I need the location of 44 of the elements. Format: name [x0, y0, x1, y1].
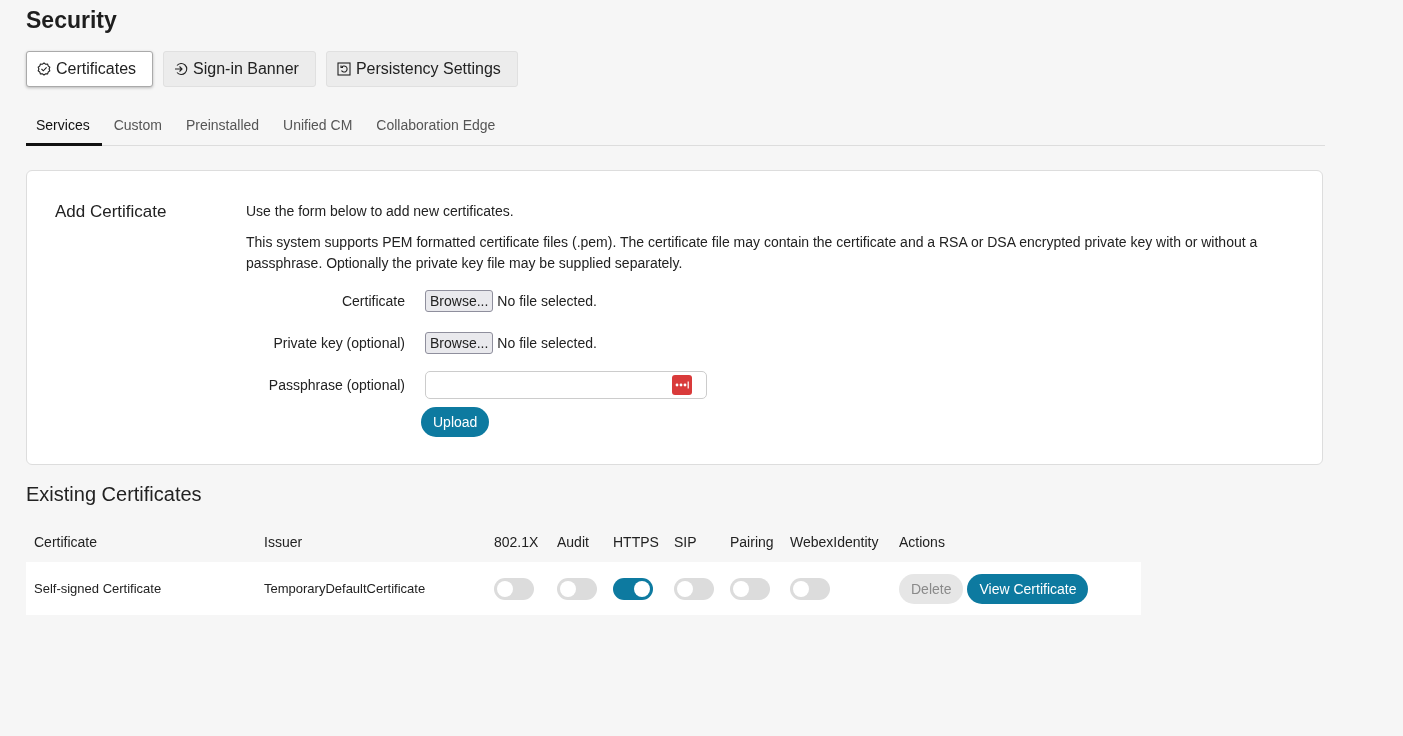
file-status: No file selected. — [497, 334, 597, 351]
file-status: No file selected. — [497, 292, 597, 309]
column-header: SIP — [674, 534, 698, 550]
tab[interactable]: Preinstalled — [173, 109, 272, 146]
field-label: Passphrase (optional) — [267, 376, 405, 393]
toggle-switch[interactable] — [790, 577, 830, 600]
browse-button[interactable]: Browse... — [425, 331, 494, 354]
card-heading: Add Certificate — [55, 201, 168, 223]
view-button[interactable]: View Certificate — [967, 573, 1089, 604]
toggle-switch[interactable] — [730, 577, 770, 600]
section-button[interactable]: Certificates — [26, 51, 154, 87]
password-manager-icon[interactable] — [672, 374, 692, 395]
field-label: Private key (optional) — [272, 334, 405, 351]
toggle-switch[interactable] — [494, 577, 534, 600]
page-title: Security — [26, 6, 118, 35]
toggle-switch[interactable] — [613, 577, 653, 600]
column-header: Issuer — [264, 534, 304, 550]
restore-icon — [336, 62, 351, 76]
column-header: Audit — [557, 534, 590, 550]
check-badge-icon — [37, 62, 51, 76]
toggle-switch[interactable] — [557, 577, 597, 600]
passphrase-field[interactable] — [425, 370, 707, 399]
column-header: HTTPS — [613, 534, 660, 550]
tab[interactable]: Collaboration Edge — [364, 109, 508, 146]
section-button[interactable]: Persistency Settings — [325, 51, 518, 87]
column-header: Actions — [899, 534, 946, 550]
section-heading: Existing Certificates — [26, 483, 203, 506]
intro-text: Use the form below to add new certificates. — [246, 202, 515, 221]
sign-in-icon — [174, 62, 189, 76]
browse-button[interactable]: Browse... — [425, 289, 494, 312]
tab[interactable]: Unified CM — [271, 109, 365, 146]
table-cell-text: TemporaryDefaultCertificate — [264, 581, 427, 596]
column-header: Certificate — [34, 534, 99, 550]
column-header: WebexIdentity — [790, 534, 880, 550]
upload-button[interactable]: Upload — [421, 407, 490, 437]
column-header: 802.1X — [494, 534, 540, 550]
column-header: Pairing — [730, 534, 775, 550]
table-cell-text: Self-signed Certificate — [34, 581, 163, 596]
section-button[interactable]: Sign-in Banner — [163, 51, 316, 87]
tab[interactable]: Services — [26, 109, 102, 146]
field-label: Certificate — [340, 292, 405, 309]
description-text: This system supports PEM formatted certificate files (.pem). The certificate file may contain the certificate and a RSA or DSA encrypted private key with or without a passphrase. Optionally the private key file may be supplied separately. — [246, 233, 1259, 273]
tab[interactable]: Custom — [101, 109, 174, 146]
toggle-switch[interactable] — [674, 577, 714, 600]
